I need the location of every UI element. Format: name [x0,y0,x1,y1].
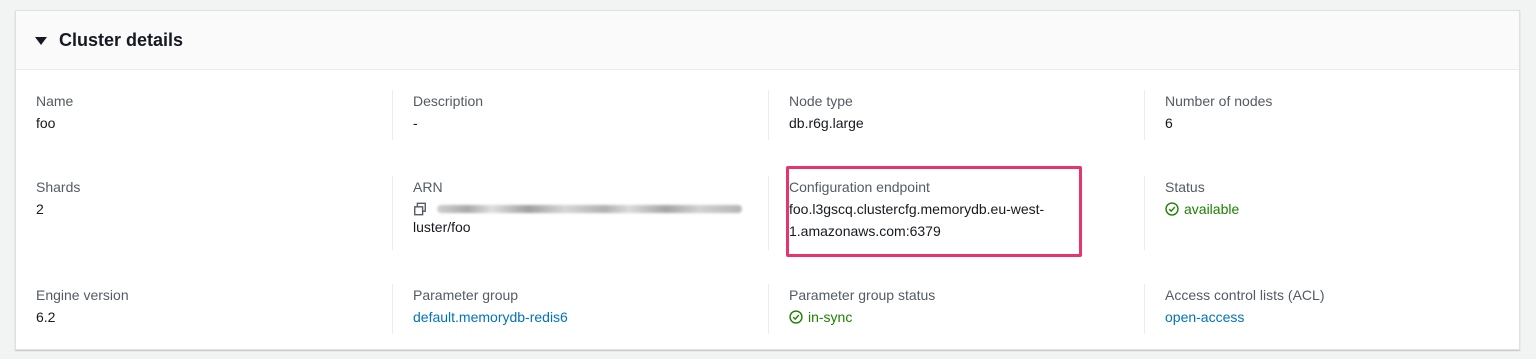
field-acl: Access control lists (ACL) open-access [1145,284,1521,328]
field-shards: Shards 2 [16,176,392,220]
number-of-nodes-label: Number of nodes [1165,93,1273,109]
parameter-group-status-badge: in-sync [789,306,852,328]
field-description: Description - [393,90,769,134]
panel-title: Cluster details [59,29,184,50]
field-number-of-nodes: Number of nodes 6 [1145,90,1521,134]
check-circle-icon [789,310,803,324]
check-circle-icon [1165,202,1179,216]
name-value: foo [36,115,56,131]
acl-label: Access control lists (ACL) [1165,287,1325,303]
field-name: Name foo [16,90,392,134]
field-node-type: Node type db.r6g.large [769,90,1145,134]
status-badge: available [1165,198,1239,220]
arn-label: ARN [413,179,443,195]
parameter-group-status-label: Parameter group status [789,287,936,303]
number-of-nodes-value: 6 [1165,115,1173,131]
description-label: Description [413,93,484,109]
arn-copy-row [413,202,769,216]
parameter-group-label: Parameter group [413,287,519,303]
acl-link[interactable]: open-access [1165,309,1244,325]
caret-down-icon[interactable] [35,36,47,45]
arn-redacted [437,205,742,213]
node-type-value: db.r6g.large [789,115,864,131]
shards-label: Shards [36,179,81,195]
arn-value-suffix: luster/foo [413,219,471,235]
field-arn: ARN luster/foo [393,176,769,238]
status-label: Status [1165,179,1205,195]
engine-version-value: 6.2 [36,309,56,325]
cluster-details-header[interactable]: Cluster details [16,11,1519,70]
status-value: available [1184,201,1240,217]
shards-value: 2 [36,201,44,217]
field-parameter-group: Parameter group default.memorydb-redis6 [393,284,769,328]
description-value: - [413,115,418,131]
name-label: Name [36,93,74,109]
configuration-endpoint-highlight [786,166,1082,257]
copy-icon[interactable] [413,202,427,216]
parameter-group-link[interactable]: default.memorydb-redis6 [413,309,568,325]
field-parameter-group-status: Parameter group status in-sync [769,284,1145,330]
parameter-group-status-value: in-sync [808,309,853,325]
engine-version-label: Engine version [36,287,129,303]
node-type-label: Node type [789,93,853,109]
field-status: Status available [1145,176,1521,222]
cluster-details-panel: Cluster details Name foo Description - N… [15,10,1520,350]
field-engine-version: Engine version 6.2 [16,284,392,328]
